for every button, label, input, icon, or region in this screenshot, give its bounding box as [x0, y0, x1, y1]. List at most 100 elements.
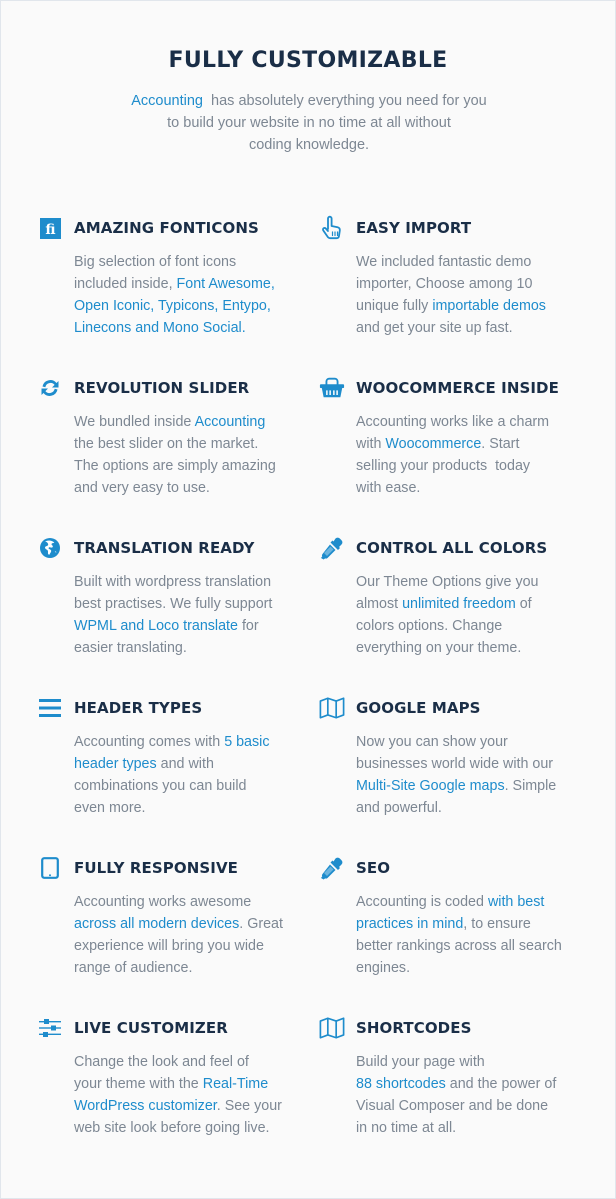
eyedropper-icon — [319, 855, 345, 881]
hand-pointer-icon — [319, 215, 345, 241]
feature-link[interactable]: unlimited freedom — [402, 596, 516, 612]
feature-link[interactable]: Woocommerce — [385, 436, 481, 452]
feature-link[interactable]: header types — [74, 756, 157, 772]
description-text: colors options. Change — [356, 618, 503, 634]
feature-link[interactable]: 88 shortcodes — [356, 1076, 446, 1092]
feature-description: Accounting works like a charm with Woocom… — [356, 411, 596, 499]
subtitle-text-2: to build your website in no time at all … — [167, 115, 451, 131]
description-line: the best slider on the market. — [74, 436, 258, 452]
feature-link[interactable]: practices in mind — [356, 916, 463, 932]
description-line: unique fully importable demos — [356, 298, 546, 314]
feature-description: We bundled inside Accounting the best sli… — [74, 411, 314, 499]
description-text: Accounting comes with — [74, 734, 225, 750]
feature-title: SHORTCODES — [356, 1019, 472, 1037]
description-text: Accounting works like a charm — [356, 414, 550, 430]
description-text: unique fully — [356, 298, 433, 314]
description-text: for — [237, 618, 259, 634]
shopping-basket-icon — [319, 375, 345, 401]
description-line: selling your products today — [356, 458, 530, 474]
description-text: with — [356, 436, 386, 452]
map-icon — [319, 1015, 345, 1041]
description-text: the best slider on the market. — [74, 436, 259, 452]
feature-description: Built with wordpress translation best pra… — [74, 571, 314, 659]
description-line: colors options. Change — [356, 618, 502, 634]
feature-link[interactable]: 5 basic — [224, 734, 269, 750]
description-text: engines. — [356, 960, 411, 976]
feature-description: Accounting comes with 5 basic header type… — [74, 731, 314, 819]
feature-title: REVOLUTION SLIDER — [74, 379, 250, 397]
feature-description: Now you can show your businesses world wi… — [356, 731, 596, 819]
description-line: across all modern devices. Great — [74, 916, 283, 932]
feature-title: CONTROL ALL COLORS — [356, 539, 548, 557]
eyedropper-icon — [319, 535, 345, 561]
description-line: and powerful. — [356, 800, 442, 816]
feature-description: Accounting works awesome across all moder… — [74, 891, 314, 979]
description-text: with ease. — [356, 480, 421, 496]
feature-description: Build your page with 88 shortcodes and th… — [356, 1051, 596, 1139]
description-line: and get your site up fast. — [356, 320, 513, 336]
feature-link[interactable]: Multi-Site Google maps — [356, 778, 505, 794]
feature-description: Our Theme Options give you almost unlimit… — [356, 571, 596, 659]
feature-link[interactable]: Open Iconic, Typicons, Entypo, — [74, 298, 271, 314]
feature-link[interactable]: WPML and Loco translate — [74, 618, 238, 634]
description-text: in no time at all. — [356, 1120, 457, 1136]
feature-link[interactable]: importable demos — [432, 298, 546, 314]
description-text: We included fantastic demo — [356, 254, 532, 270]
feature-description: Big selection of font icons included insi… — [74, 251, 314, 339]
description-line: better rankings across all search — [356, 938, 562, 954]
description-text: , to ensure — [463, 916, 531, 932]
page-title: FULLY CUSTOMIZABLE — [168, 48, 448, 73]
description-text: combinations you can build — [74, 778, 247, 794]
feature-title: WOOCOMMERCE INSIDE — [356, 379, 559, 397]
description-line: We included fantastic demo — [356, 254, 531, 270]
description-text: Build your page with — [356, 1054, 485, 1070]
description-line: WordPress customizer. See your — [74, 1098, 282, 1114]
feature-description: Accounting is coded with best practices i… — [356, 891, 596, 979]
description-line: best practises. We fully support — [74, 596, 272, 612]
subtitle-accounting-link[interactable]: Accounting — [131, 93, 203, 109]
feature-title: FULLY RESPONSIVE — [74, 859, 239, 877]
description-line: range of audience. — [74, 960, 192, 976]
sliders-icon — [37, 1015, 63, 1041]
description-line: engines. — [356, 960, 410, 976]
description-line: We bundled inside Accounting — [74, 414, 265, 430]
feature-title: GOOGLE MAPS — [356, 699, 481, 717]
svg-text:fi: fi — [45, 222, 55, 238]
description-line: importer, Choose among 10 — [356, 276, 532, 292]
description-text: easier translating. — [74, 640, 187, 656]
description-line: everything on your theme. — [356, 640, 521, 656]
feature-link[interactable]: WordPress customizer — [74, 1098, 217, 1114]
description-text: your theme with the — [74, 1076, 203, 1092]
feature-description: We included fantastic demo importer, Choo… — [356, 251, 596, 339]
description-text: . See your — [216, 1098, 282, 1114]
description-line: web site look before going live. — [74, 1120, 270, 1136]
feature-link[interactable]: Linecons and Mono Social. — [74, 320, 246, 336]
feature-link[interactable]: Accounting — [195, 414, 266, 430]
page-subtitle: Accounting has absolutely everything you… — [111, 90, 507, 156]
description-text: Change the look and feel of — [74, 1054, 249, 1070]
description-line: businesses world wide with our — [356, 756, 553, 772]
description-line: easier translating. — [74, 640, 187, 656]
description-text: Visual Composer and be done — [356, 1098, 549, 1114]
feature-link[interactable]: Font Awesome, — [177, 276, 275, 292]
description-line: header types and with — [74, 756, 214, 772]
description-line: almost unlimited freedom of — [356, 596, 532, 612]
feature-link[interactable]: across all modern devices — [74, 916, 239, 932]
description-line: Our Theme Options give you — [356, 574, 539, 590]
description-line: Change the look and feel of — [74, 1054, 249, 1070]
description-line: Accounting is coded with best — [356, 894, 544, 910]
description-line: 88 shortcodes and the power of — [356, 1076, 556, 1092]
feature-link[interactable]: with best — [488, 894, 544, 910]
description-text: range of audience. — [74, 960, 193, 976]
description-text: . Start — [481, 436, 520, 452]
description-line: combinations you can build — [74, 778, 246, 794]
description-text: and get your site up fast. — [356, 320, 513, 336]
description-line: Now you can show your — [356, 734, 508, 750]
feature-link[interactable]: Real-Time — [203, 1076, 268, 1092]
description-text: and powerful. — [356, 800, 442, 816]
description-text: even more. — [74, 800, 146, 816]
description-text: Our Theme Options give you — [356, 574, 539, 590]
description-text: better rankings across all search — [356, 938, 562, 954]
description-text: Big selection of font icons — [74, 254, 237, 270]
feature-title: TRANSLATION READY — [74, 539, 255, 557]
